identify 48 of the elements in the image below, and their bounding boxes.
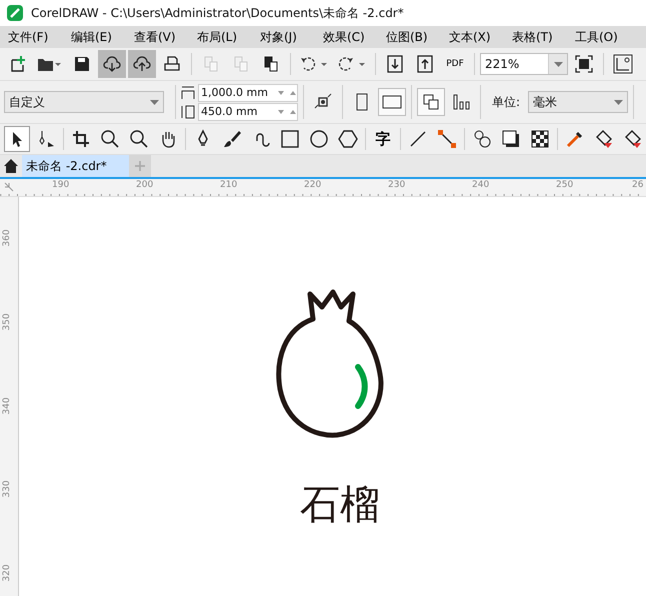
ruler-label: 26 [632,180,644,190]
cloud-up-icon[interactable] [128,50,156,78]
landscape-page-icon[interactable] [378,88,406,116]
menu-item[interactable]: 布局(L) [195,28,258,46]
menu-item[interactable]: 编辑(E) [69,28,132,46]
spinner-arrows-icon[interactable] [277,90,297,96]
pick-tool-icon[interactable] [4,126,30,152]
unit-dropdown[interactable]: 毫米 [528,91,628,113]
ruler-label: 320 [2,564,12,582]
caret-icon [150,100,158,104]
ruler-label: 230 [388,180,406,190]
spinner-arrows-icon[interactable] [277,108,297,114]
app-logo-icon [7,5,23,21]
menu-item[interactable]: 文本(X) [447,28,510,46]
cloud-down-icon[interactable] [98,50,126,78]
ruler-label: 340 [2,397,12,415]
ruler-label: 330 [2,480,12,498]
height-field[interactable]: 450.0 mm [198,102,298,120]
ruler-label: 350 [2,313,12,331]
caret-icon [554,62,562,66]
menu-item[interactable]: 文件(F) [6,28,69,46]
ruler-label: 240 [472,180,490,190]
drawing-caption: 石榴 [300,481,380,530]
menu-item[interactable]: 效果(C) [321,28,384,46]
menu-item[interactable]: 对象(J) [258,28,321,46]
ruler-label: 210 [220,180,238,190]
window-title: CorelDRAW - C:\Users\Administrator\Documents\未命名 -2.cdr* [31,4,404,22]
unit-label: 单位: [492,94,520,110]
ruler-label: 200 [136,180,154,190]
document-tab[interactable]: 未命名 -2.cdr* [22,155,129,177]
text-tool[interactable]: 字 [370,126,396,152]
caret-icon [614,100,623,104]
height-icon [181,104,195,118]
ruler-label: 220 [304,180,322,190]
ruler-label: 250 [556,180,574,190]
overlapping-pages-icon[interactable] [417,88,445,116]
menu-item[interactable]: 位图(B) [384,28,447,46]
page-size-dropdown[interactable]: 自定义 [4,91,164,113]
width-field[interactable]: 1,000.0 mm [198,84,298,102]
width-icon [181,86,195,100]
menu-item[interactable]: 表格(T) [510,28,573,46]
ruler-origin-icon [4,182,14,192]
menu-item[interactable]: 工具(O) [573,28,636,46]
ruler-label: 360 [2,229,12,247]
zoom-field[interactable]: 221% [480,53,568,75]
pdf-export-button[interactable]: PDF [441,50,469,78]
menu-item[interactable]: 查看(V) [132,28,195,46]
ruler-label: 190 [52,180,70,190]
